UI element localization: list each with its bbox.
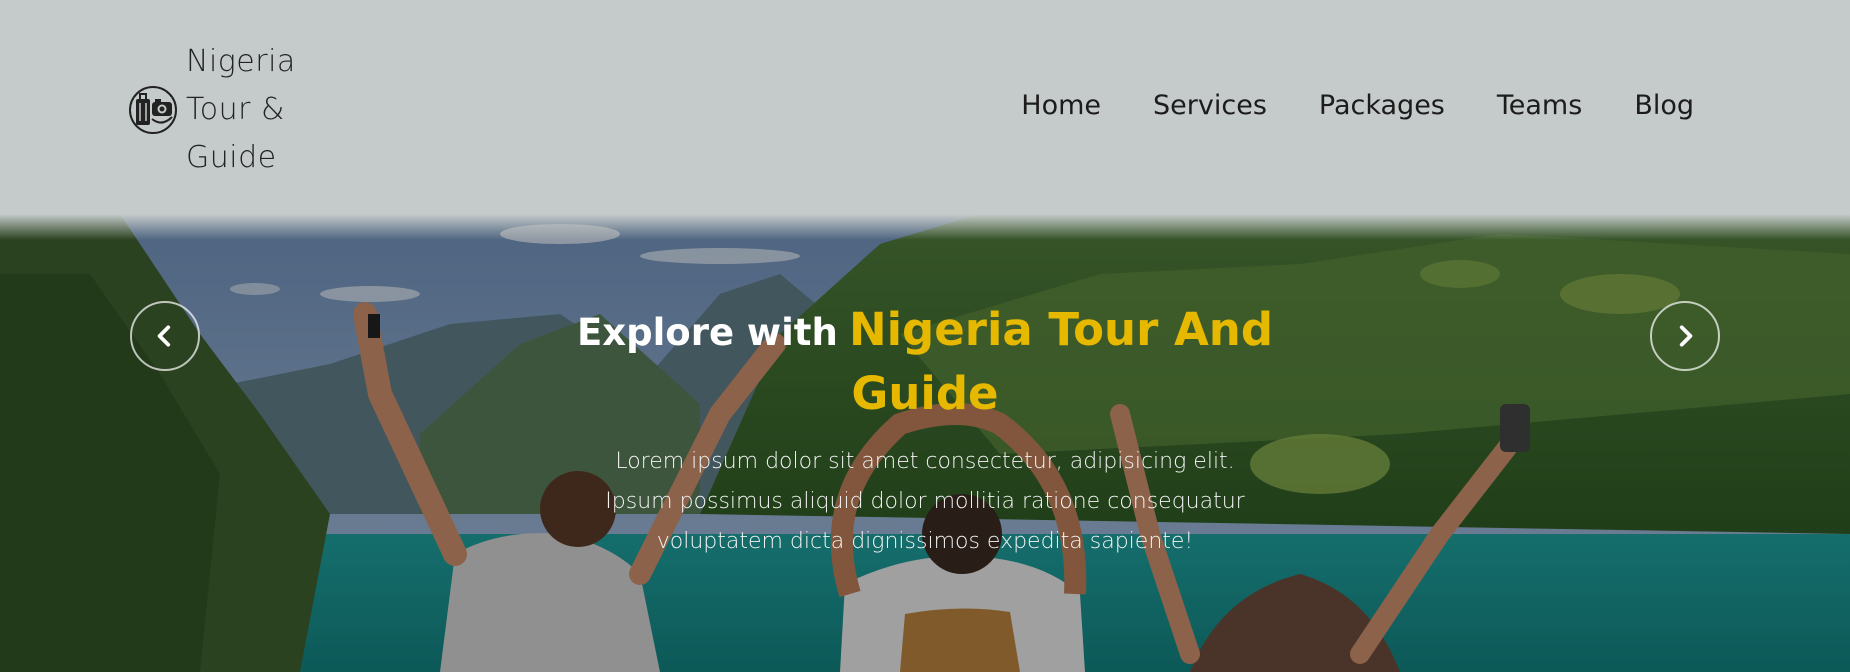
nav-link-packages[interactable]: Packages: [1319, 84, 1445, 128]
nav-link-blog[interactable]: Blog: [1634, 84, 1694, 128]
hero-title-brand: Nigeria Tour And Guide: [848, 303, 1274, 420]
chevron-right-icon: [1679, 325, 1693, 347]
nav-link-teams[interactable]: Teams: [1497, 84, 1582, 128]
hero-description: Lorem ipsum dolor sit amet consectetur, …: [605, 449, 1245, 554]
chevron-left-icon: [157, 325, 171, 347]
nav-link-services[interactable]: Services: [1153, 84, 1267, 128]
logo-text-line-2: Tour &: [186, 92, 285, 127]
logo-text: Nigeria Tour & Guide: [186, 38, 296, 182]
hero-content: Explore with Nigeria Tour And Guide Lore…: [575, 300, 1275, 562]
logo-text-line-1: Nigeria: [186, 44, 296, 79]
site-header: Nigeria Tour & Guide Home Services Packa…: [0, 0, 1850, 214]
carousel-prev-button[interactable]: [130, 301, 200, 371]
luggage-camera-icon: [129, 86, 177, 134]
hero-title-prefix: Explore with: [576, 311, 838, 354]
hero-title: Explore with Nigeria Tour And Guide: [575, 300, 1275, 428]
carousel-next-button[interactable]: [1650, 301, 1720, 371]
nav-link-home[interactable]: Home: [1021, 84, 1101, 128]
site-logo[interactable]: Nigeria Tour & Guide: [128, 38, 296, 182]
hero-top-fade: [0, 214, 1850, 240]
hero-carousel: Explore with Nigeria Tour And Guide Lore…: [0, 214, 1850, 672]
logo-text-line-3: Guide: [186, 140, 277, 175]
main-nav: Home Services Packages Teams Blog: [1021, 84, 1694, 128]
